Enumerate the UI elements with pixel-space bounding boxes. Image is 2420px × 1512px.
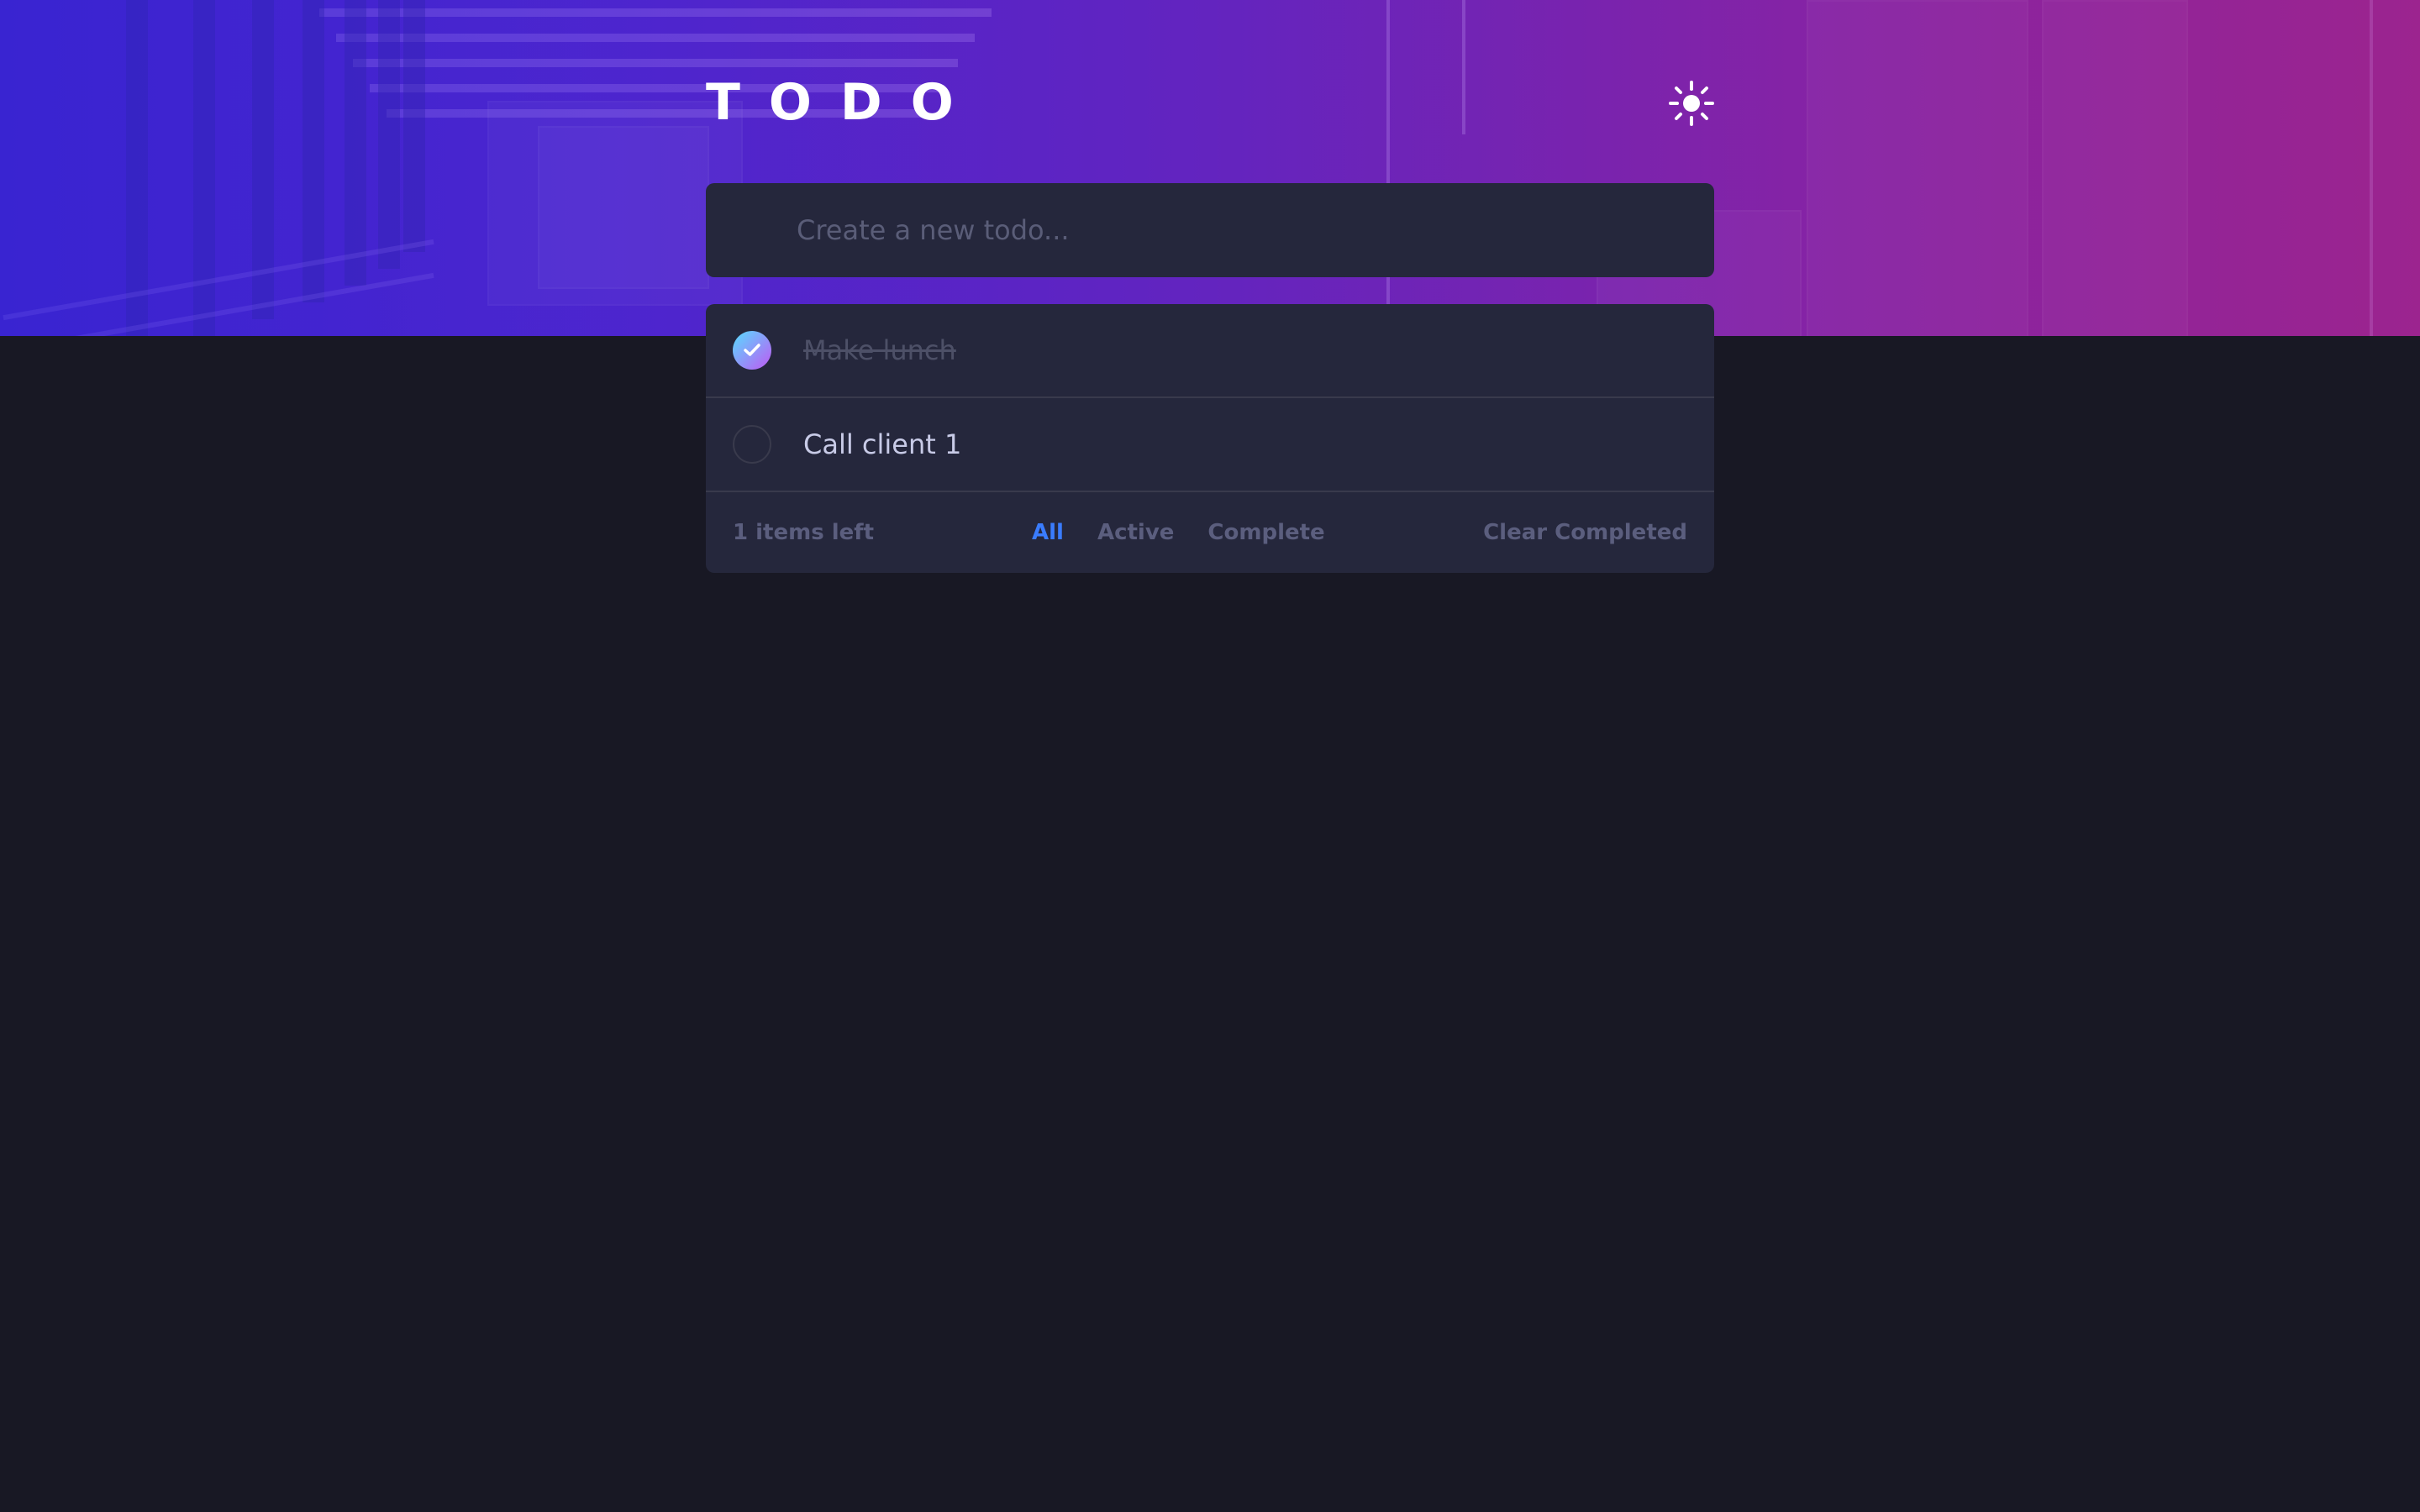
sun-icon — [1669, 81, 1714, 126]
todo-item: Make lunch — [706, 304, 1714, 398]
todo-app-page: TODO Make lunch — [0, 0, 2420, 1512]
header-background-image — [0, 0, 2420, 336]
todo-item-checkbox[interactable] — [733, 425, 771, 464]
filter-active[interactable]: Active — [1097, 520, 1174, 545]
todo-item-text[interactable]: Make lunch — [803, 334, 956, 366]
filter-all[interactable]: All — [1032, 520, 1064, 545]
theme-toggle-button[interactable] — [1667, 79, 1716, 128]
filter-complete[interactable]: Complete — [1207, 520, 1324, 545]
new-todo-box — [706, 183, 1714, 277]
clear-completed-button[interactable]: Clear Completed — [1483, 520, 1687, 545]
todo-list: Make lunch Call client 1 1 items left Al… — [706, 304, 1714, 573]
new-todo-input[interactable] — [795, 213, 1672, 247]
app-title: TODO — [706, 73, 982, 132]
todo-item-checkbox-checked[interactable] — [733, 331, 771, 370]
todo-item-text[interactable]: Call client 1 — [803, 428, 961, 460]
todo-list-footer: 1 items left All Active Complete Clear C… — [706, 492, 1714, 573]
items-left-count: 1 items left — [733, 520, 875, 545]
todo-item: Call client 1 — [706, 398, 1714, 492]
filter-tabs: All Active Complete — [1032, 520, 1325, 545]
checkmark-icon — [744, 344, 760, 356]
